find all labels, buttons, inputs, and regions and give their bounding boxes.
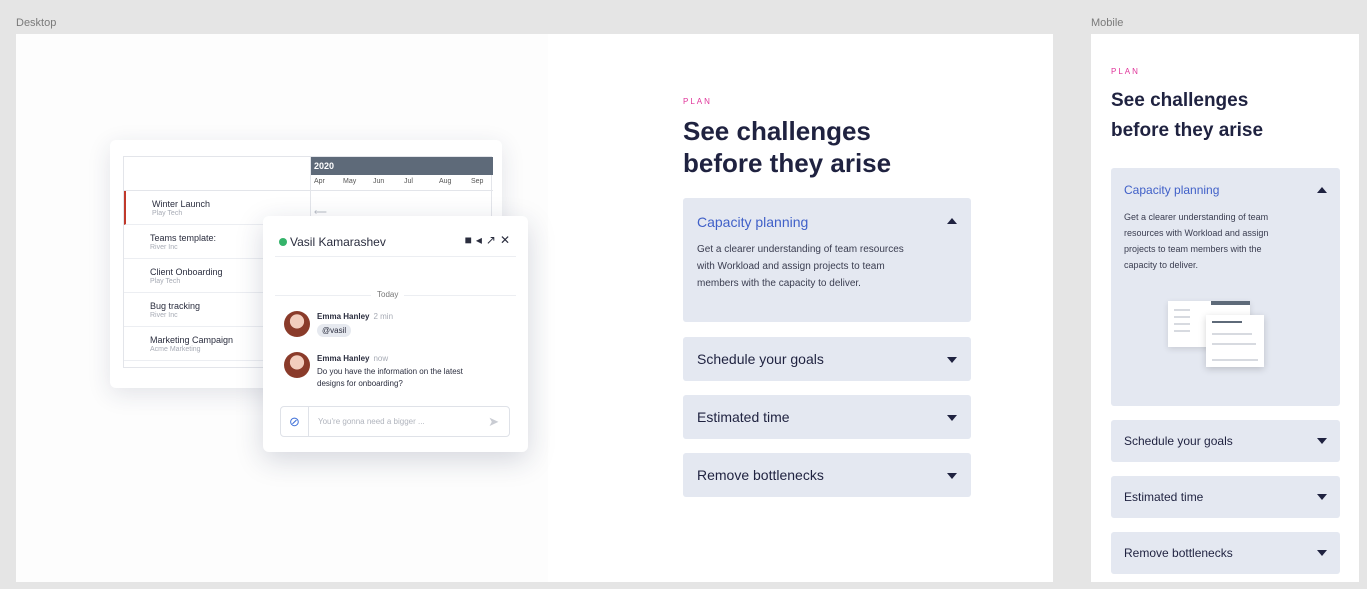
accordion-remove-bottlenecks[interactable]: Remove bottlenecks: [1111, 532, 1340, 574]
message-text: Do you have the information on the lates…: [317, 367, 463, 376]
close-icon[interactable]: ✕: [500, 233, 514, 247]
accordion-title[interactable]: Remove bottlenecks: [697, 467, 824, 483]
input-placeholder: You're gonna need a bigger ...: [318, 417, 425, 426]
accordion-capacity-planning[interactable]: Capacity planning Get a clearer understa…: [683, 198, 971, 322]
accordion-title[interactable]: Estimated time: [697, 409, 790, 425]
accordion-title[interactable]: Schedule your goals: [697, 351, 824, 367]
gantt-year: 2020: [311, 157, 493, 175]
message-author: Emma Hanley 2 min: [317, 312, 394, 321]
avatar: [284, 311, 310, 337]
caret-down-icon[interactable]: [1317, 438, 1327, 444]
caret-up-icon[interactable]: [947, 218, 957, 224]
gantt-month: Sep: [471, 178, 484, 185]
section-eyebrow: PLAN: [1111, 67, 1140, 76]
gantt-month: May: [343, 178, 357, 185]
message-author: Emma Hanley now: [317, 354, 389, 363]
desktop-frame: 2020 Apr May Jun Jul Aug Sep Winter Laun…: [16, 34, 1053, 582]
accordion-title[interactable]: Remove bottlenecks: [1124, 546, 1233, 560]
caret-down-icon[interactable]: [947, 357, 957, 363]
accordion-body: members with the capacity to deliver.: [697, 278, 861, 289]
section-eyebrow: PLAN: [683, 97, 712, 106]
desktop-frame-label: Desktop: [16, 17, 57, 29]
gantt-month: Apr: [314, 178, 325, 185]
mention-tag[interactable]: @vasil: [317, 324, 352, 337]
section-headline: before they arise: [683, 148, 892, 178]
accordion-body: projects to team members with the: [1124, 244, 1262, 254]
chat-window: Vasil Kamarashev ■◂↗✕ Today Emma Hanley 2…: [263, 216, 528, 452]
accordion-body: resources with Workload and assign: [1124, 228, 1269, 238]
caret-down-icon[interactable]: [947, 473, 957, 479]
accordion-schedule-your-goals[interactable]: Schedule your goals: [1111, 420, 1340, 462]
message-time: now: [373, 354, 389, 363]
accordion-estimated-time[interactable]: Estimated time: [1111, 476, 1340, 518]
accordion-title[interactable]: Capacity planning: [1124, 183, 1219, 197]
section-headline: before they arise: [1111, 120, 1264, 141]
avatar: [284, 352, 310, 378]
mobile-frame: PLAN See challenges before they arise Ca…: [1091, 34, 1359, 582]
accordion-schedule-your-goals[interactable]: Schedule your goals: [683, 337, 971, 381]
section-headline: See challenges: [1111, 90, 1249, 111]
caret-up-icon[interactable]: [1317, 187, 1327, 193]
caret-down-icon[interactable]: [947, 415, 957, 421]
chat-header: Vasil Kamarashev ■◂↗✕: [279, 232, 514, 252]
send-icon[interactable]: ➤: [488, 414, 499, 430]
accordion-title[interactable]: Estimated time: [1124, 490, 1203, 504]
popout-icon[interactable]: ↗: [486, 233, 500, 247]
gantt-row-name: Winter Launch: [152, 199, 211, 209]
day-separator: Today: [371, 290, 405, 299]
online-status-icon: [279, 238, 287, 246]
gantt-header: [124, 157, 311, 191]
accordion-body: Get a clearer understanding of team reso…: [697, 244, 904, 255]
gantt-months: Apr May Jun Jul Aug Sep: [311, 175, 493, 191]
chat-contact-name: Vasil Kamarashev: [290, 235, 386, 249]
accordion-title[interactable]: Schedule your goals: [1124, 434, 1233, 448]
accordion-title[interactable]: Capacity planning: [697, 214, 808, 230]
caret-down-icon[interactable]: [1317, 494, 1327, 500]
divider: [275, 256, 516, 257]
section-headline: See challenges: [683, 116, 871, 146]
caret-down-icon[interactable]: [1317, 550, 1327, 556]
gantt-month: Jun: [373, 178, 385, 185]
gantt-month: Aug: [439, 178, 452, 185]
mobile-frame-label: Mobile: [1091, 17, 1124, 29]
accordion-body: Get a clearer understanding of team: [1124, 212, 1269, 222]
message-input[interactable]: ⊘ You're gonna need a bigger ... ➤: [280, 406, 510, 437]
message-time: 2 min: [373, 312, 394, 321]
attach-icon[interactable]: ⊘: [281, 407, 309, 436]
accordion-body: with Workload and assign projects to tea…: [697, 261, 885, 272]
message-text: designs for onboarding?: [317, 379, 403, 388]
accordion-remove-bottlenecks[interactable]: Remove bottlenecks: [683, 453, 971, 497]
gantt-month: Jul: [404, 178, 413, 185]
video-icon[interactable]: ■◂: [465, 233, 486, 247]
accordion-estimated-time[interactable]: Estimated time: [683, 395, 971, 439]
accordion-body: capacity to deliver.: [1124, 260, 1199, 270]
illustration-thumbnail: [1168, 297, 1278, 374]
